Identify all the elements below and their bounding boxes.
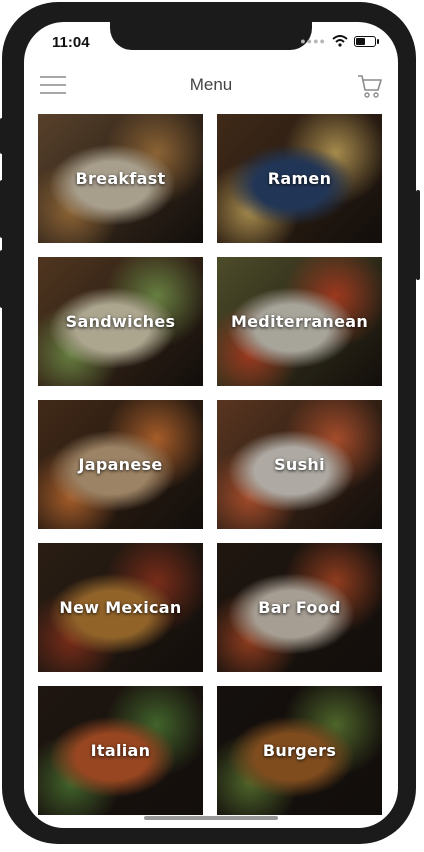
category-label: Breakfast — [75, 169, 166, 188]
category-grid: Breakfast Ramen Sandwiches Mediterranean Jap… — [38, 114, 384, 815]
category-label: Sandwiches — [65, 312, 176, 331]
category-tile-new-mexican[interactable]: New Mexican — [38, 543, 203, 672]
category-label: New Mexican — [59, 598, 182, 617]
battery-icon — [354, 35, 379, 47]
app-screen: 11:04 ●●●● Menu Breakfast Ramen Sandwiches… — [24, 22, 398, 828]
signal-dots-icon: ●●●● — [300, 36, 326, 46]
status-indicators: ●●●● — [300, 35, 379, 47]
category-tile-breakfast[interactable]: Breakfast — [38, 114, 203, 243]
wifi-icon — [332, 35, 348, 47]
navbar: Menu — [24, 62, 398, 108]
category-tile-japanese[interactable]: Japanese — [38, 400, 203, 529]
category-label: Japanese — [78, 455, 163, 474]
side-button-volume-down — [0, 250, 4, 308]
category-label: Italian — [90, 741, 151, 760]
home-indicator — [144, 816, 278, 820]
category-label: Sushi — [274, 455, 325, 474]
category-tile-mediterranean[interactable]: Mediterranean — [217, 257, 382, 386]
category-tile-bar-food[interactable]: Bar Food — [217, 543, 382, 672]
category-label: Burgers — [262, 741, 337, 760]
shopping-cart-icon[interactable] — [356, 72, 384, 100]
category-tile-italian[interactable]: Italian — [38, 686, 203, 815]
category-tile-sandwiches[interactable]: Sandwiches — [38, 257, 203, 386]
page-title: Menu — [189, 75, 233, 94]
side-button-volume-up — [0, 180, 4, 238]
category-label: Bar Food — [258, 598, 341, 617]
side-button-mute — [0, 118, 4, 154]
category-tile-ramen[interactable]: Ramen — [217, 114, 382, 243]
category-label: Mediterranean — [230, 312, 369, 331]
category-tile-burgers[interactable]: Burgers — [217, 686, 382, 815]
category-tile-sushi[interactable]: Sushi — [217, 400, 382, 529]
side-button-power — [416, 190, 420, 280]
category-label: Ramen — [267, 169, 332, 188]
notch — [110, 22, 312, 50]
status-time: 11:04 — [52, 34, 90, 51]
